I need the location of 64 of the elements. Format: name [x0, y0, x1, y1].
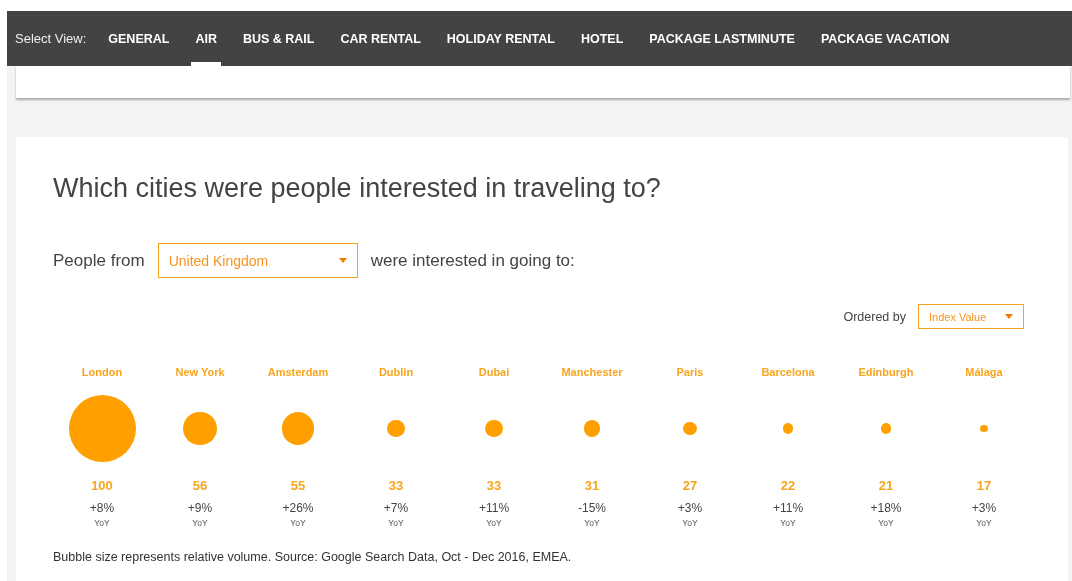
change-percent: +11% [478, 501, 510, 515]
city-name: Barcelona [761, 366, 815, 380]
index-value: 33 [388, 478, 404, 493]
change-percent: +26% [282, 501, 314, 515]
volume-bubble [183, 411, 217, 446]
change-percent: +18% [870, 501, 902, 515]
view-tab[interactable]: CAR RENTAL [327, 11, 434, 66]
view-tab[interactable]: BUS & RAIL [229, 11, 328, 66]
volume-bubble [485, 419, 503, 438]
index-value: 33 [486, 478, 502, 493]
city-name: London [81, 366, 123, 380]
view-tab[interactable]: PACKAGE LASTMINUTE [636, 11, 808, 66]
change-label: YoY [290, 518, 306, 528]
change-label: YoY [94, 518, 110, 528]
volume-bubble [387, 419, 405, 438]
view-tab[interactable]: HOTEL [567, 11, 637, 66]
index-value: 27 [682, 478, 698, 493]
change-label: YoY [976, 518, 992, 528]
index-value: 21 [878, 478, 894, 493]
change-label: YoY [584, 518, 600, 528]
volume-bubble [880, 423, 892, 434]
footnote: Bubble size represents relative volume. Source: Google Search Data, Oct - Dec 2016, EMEA. [53, 550, 573, 564]
change-label: YoY [388, 518, 404, 528]
change-label: YoY [486, 518, 502, 528]
change-label: YoY [192, 518, 208, 528]
volume-bubble [281, 412, 315, 445]
volume-bubble [980, 424, 988, 433]
order-label: Ordered by [843, 309, 906, 324]
view-tab[interactable]: GENERAL [95, 11, 183, 66]
change-percent: +8% [89, 501, 115, 515]
city-name: Dublin [378, 366, 414, 380]
caret-icon [1005, 314, 1013, 319]
index-value: 100 [91, 478, 113, 493]
section-title: Which cities were people interested in traveling to? [53, 173, 662, 204]
origin-label: People from [53, 250, 145, 271]
change-percent: +7% [383, 501, 409, 515]
city-name: Paris [676, 366, 704, 380]
city-name: Málaga [965, 366, 1003, 380]
city-name: Amsterdam [267, 366, 329, 380]
index-value: 31 [584, 478, 600, 493]
volume-bubble [683, 421, 697, 436]
change-label: YoY [682, 518, 698, 528]
city-name: Edinburgh [858, 366, 914, 380]
city-name: Dubai [478, 366, 510, 380]
view-tab[interactable]: HOLIDAY RENTAL [433, 11, 568, 66]
index-value: 17 [976, 478, 992, 493]
index-value: 22 [780, 478, 796, 493]
change-percent: +11% [772, 501, 804, 515]
change-label: YoY [878, 518, 894, 528]
view-tab[interactable]: PACKAGE VACATION [807, 11, 963, 66]
change-percent: -15% [578, 501, 606, 515]
volume-bubble [583, 420, 601, 437]
volume-bubble [782, 423, 794, 434]
origin-suffix: were interested in going to: [370, 250, 575, 271]
index-value: 56 [192, 478, 208, 493]
nav-label: Select View: [15, 30, 87, 48]
city-name: New York [175, 366, 225, 380]
city-name: Manchester [561, 366, 623, 380]
change-label: YoY [780, 518, 796, 528]
caret-icon [338, 258, 347, 263]
index-value: 55 [290, 478, 306, 493]
change-percent: +3% [677, 501, 703, 515]
change-percent: +9% [187, 501, 213, 515]
change-percent: +3% [971, 501, 997, 515]
